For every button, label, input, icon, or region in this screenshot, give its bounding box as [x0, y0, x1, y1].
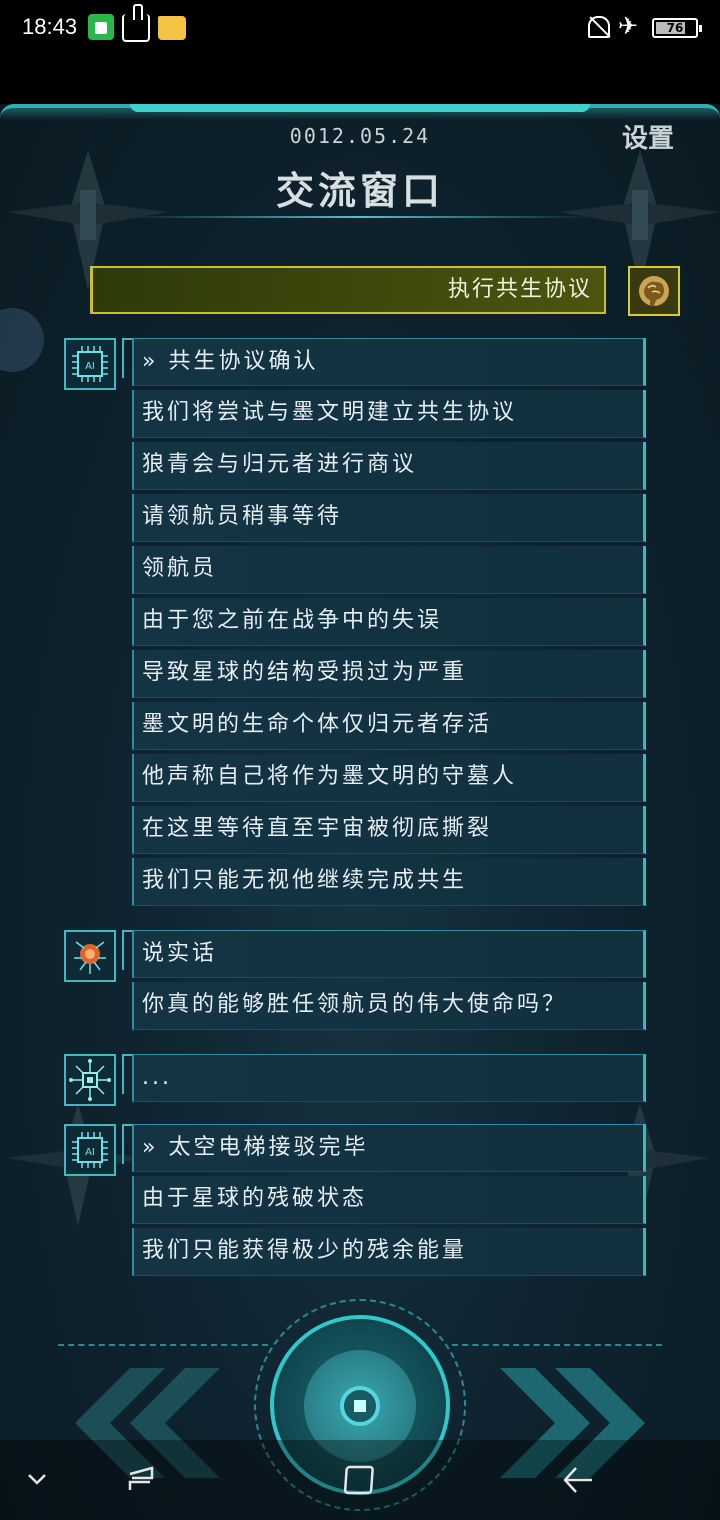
message-line: » 共生协议确认: [132, 338, 646, 386]
airplane-icon: ✈: [618, 12, 639, 40]
circuit-chip-icon: [64, 1054, 116, 1106]
message-line: 你真的能够胜任领航员的伟大使命吗？: [132, 982, 646, 1030]
status-time: 18:43: [22, 14, 78, 39]
message-line: 在这里等待直至宇宙被彻底撕裂: [132, 806, 646, 854]
home-icon[interactable]: [344, 1464, 376, 1496]
player-message: 执行共生协议: [90, 266, 606, 314]
red-core-icon: [64, 930, 116, 982]
brain-icon: [628, 266, 680, 316]
mute-icon: [588, 16, 610, 38]
status-bar: 18:43 ✈ 76: [0, 0, 720, 104]
touch-icon: [122, 4, 150, 42]
settings-button[interactable]: 设置: [622, 118, 674, 155]
app-notification-icon: [88, 14, 114, 40]
battery-icon: 76: [652, 18, 702, 38]
planet-decoration: [0, 308, 44, 372]
svg-text:AI: AI: [85, 1147, 95, 1158]
message-line: 墨文明的生命个体仅归元者存活: [132, 702, 646, 750]
message-bracket: [122, 1124, 132, 1164]
left-dash-line: [58, 1344, 268, 1346]
message-line: » 太空电梯接驳完毕: [132, 1124, 646, 1172]
message-line: 由于您之前在战争中的失误: [132, 598, 646, 646]
title-divider: [130, 216, 590, 218]
ai-chip-icon: AI: [64, 1124, 116, 1176]
message-line: 狼青会与归元者进行商议: [132, 442, 646, 490]
app-root: 18:43 ✈ 76 0012.05.24 设置 交流窗口 执行共生协议 AI …: [0, 0, 720, 1520]
message-line: 我们将尝试与墨文明建立共生协议: [132, 390, 646, 438]
stop-icon[interactable]: [340, 1386, 380, 1426]
message-line: 请领航员稍事等待: [132, 494, 646, 542]
message-line: 领航员: [132, 546, 646, 594]
chevron-down-icon[interactable]: [26, 1468, 48, 1490]
message-line: 由于星球的残破状态: [132, 1176, 646, 1224]
page-title: 交流窗口: [275, 169, 444, 213]
message-bracket: [122, 930, 132, 970]
message-bracket: [122, 1054, 132, 1094]
game-date: 0012.05.24: [289, 124, 431, 148]
message-bracket: [122, 338, 132, 378]
folder-icon: [158, 16, 186, 40]
message-line: 他声称自己将作为墨文明的守墓人: [132, 754, 646, 802]
message-line: 导致星球的结构受损过为严重: [132, 650, 646, 698]
recent-apps-icon[interactable]: [126, 1464, 156, 1494]
frame-top-accent: [130, 104, 590, 112]
message-line: ...: [132, 1054, 646, 1102]
ai-chip-icon: AI: [64, 338, 116, 390]
right-dash-line: [452, 1344, 662, 1346]
battery-text: 76: [666, 21, 684, 35]
back-icon[interactable]: [562, 1466, 594, 1494]
message-line: 说实话: [132, 930, 646, 978]
message-line: 我们只能获得极少的残余能量: [132, 1228, 646, 1276]
message-line: 我们只能无视他继续完成共生: [132, 858, 646, 906]
svg-text:AI: AI: [85, 361, 95, 372]
